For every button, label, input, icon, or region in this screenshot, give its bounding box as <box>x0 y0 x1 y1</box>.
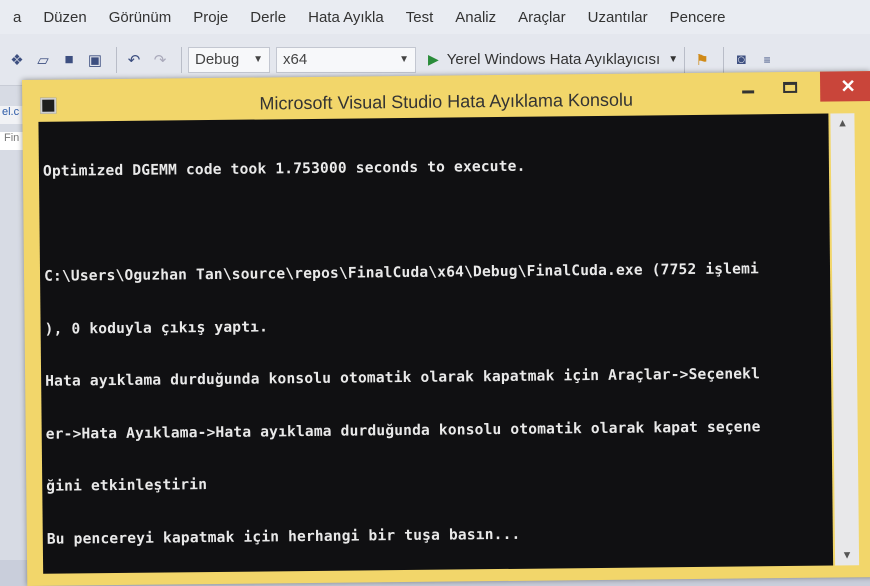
start-debugging-button[interactable]: ▶ Yerel Windows Hata Ayıklayıcısı ▼ <box>428 51 678 68</box>
menu-item-tools[interactable]: Araçlar <box>507 9 577 26</box>
menu-item-debug[interactable]: Hata Ayıkla <box>297 9 395 26</box>
console-line: C:\Users\Oguzhan Tan\source\repos\FinalC… <box>43 260 760 285</box>
ide-menubar: a Düzen Görünüm Proje Derle Hata Ayıkla … <box>0 0 870 34</box>
menu-item-project[interactable]: Proje <box>182 9 239 26</box>
console-line: ), 0 koduyla çıkış yaptı. <box>44 317 269 338</box>
console-line: ğini etkinleştirin <box>46 476 208 495</box>
configuration-value: Debug <box>195 51 240 68</box>
minimize-button[interactable] <box>728 72 768 102</box>
close-icon: ✕ <box>840 75 856 96</box>
undo-icon[interactable]: ↶ <box>123 49 145 71</box>
minimize-icon <box>742 89 755 93</box>
play-icon: ▶ <box>428 51 439 67</box>
debugger-label: Yerel Windows Hata Ayıklayıcısı <box>446 51 661 68</box>
menu-item-file[interactable]: a <box>2 9 32 26</box>
console-output-area[interactable]: Optimized DGEMM code took 1.753000 secon… <box>38 113 834 574</box>
toolbar-separator <box>684 46 686 73</box>
toolbar-overflow-icon[interactable]: ≡ <box>756 49 778 71</box>
console-line: Bu pencereyi kapatmak için herhangi bir … <box>46 525 521 548</box>
toolbar-separator <box>181 46 182 73</box>
menu-item-test[interactable]: Test <box>395 9 445 26</box>
maximize-icon <box>783 81 798 93</box>
console-line: er->Hata Ayıklama->Hata ayıklama durduğu… <box>45 417 761 443</box>
toolbar-separator <box>723 46 725 73</box>
platform-dropdown[interactable]: x64 ▼ <box>276 46 416 73</box>
menu-item-build[interactable]: Derle <box>239 9 297 26</box>
configuration-dropdown[interactable]: Debug ▼ <box>188 46 270 73</box>
save-icon[interactable]: ■ <box>58 49 80 71</box>
menu-item-analyze[interactable]: Analiz <box>444 9 507 26</box>
platform-value: x64 <box>283 51 308 68</box>
new-project-icon[interactable]: ❖ <box>6 49 28 71</box>
redo-icon[interactable]: ↷ <box>149 49 171 71</box>
debug-console-window: Microsoft Visual Studio Hata Ayıklama Ko… <box>22 71 870 586</box>
maximize-button[interactable] <box>770 72 810 102</box>
vertical-scrollbar[interactable]: ▲ ▼ <box>830 113 860 566</box>
chevron-down-icon: ▼ <box>399 54 409 65</box>
scroll-up-icon[interactable]: ▲ <box>830 113 854 133</box>
console-text: Optimized DGEMM code took 1.753000 secon… <box>38 114 833 574</box>
open-folder-icon[interactable]: ▱ <box>32 49 54 71</box>
chevron-down-icon: ▼ <box>668 54 679 65</box>
close-button[interactable]: ✕ <box>819 71 870 102</box>
console-line: Hata ayıklama durduğunda konsolu otomati… <box>45 365 761 390</box>
live-share-icon[interactable]: ◙ <box>730 49 752 71</box>
console-line: Optimized DGEMM code took 1.753000 secon… <box>42 157 526 180</box>
menu-item-edit[interactable]: Düzen <box>32 9 97 26</box>
chevron-down-icon: ▼ <box>253 54 263 65</box>
hot-reload-icon[interactable]: ⚑ <box>691 49 713 71</box>
menu-item-view[interactable]: Görünüm <box>98 9 183 26</box>
scroll-down-icon[interactable]: ▼ <box>835 545 859 565</box>
menu-item-window[interactable]: Pencere <box>659 9 737 26</box>
menu-item-extensions[interactable]: Uzantılar <box>577 9 659 26</box>
toolbar-separator <box>116 46 117 73</box>
save-all-icon[interactable]: ▣ <box>84 49 106 71</box>
